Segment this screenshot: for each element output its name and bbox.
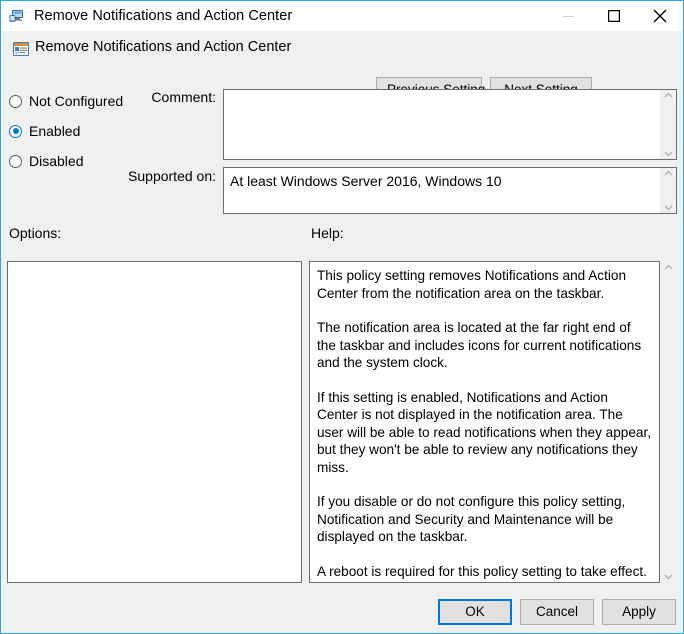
scroll-up-icon[interactable] xyxy=(664,92,673,99)
supported-on-scrollbar[interactable] xyxy=(659,168,676,213)
comment-scrollbar[interactable] xyxy=(659,90,676,159)
title-bar: Remove Notifications and Action Center xyxy=(1,1,683,31)
help-paragraph: This policy setting removes Notification… xyxy=(317,267,651,302)
options-panel[interactable] xyxy=(7,261,302,583)
comment-value xyxy=(224,90,659,159)
help-label: Help: xyxy=(311,225,344,241)
scroll-up-icon[interactable] xyxy=(664,264,673,271)
setting-title: Remove Notifications and Action Center xyxy=(35,39,291,55)
maximize-button[interactable] xyxy=(591,1,637,31)
radio-enabled-mark xyxy=(9,125,22,138)
policy-computer-icon xyxy=(9,8,25,24)
radio-enabled-label: Enabled xyxy=(29,123,80,139)
radio-enabled[interactable]: Enabled xyxy=(9,122,80,140)
scroll-down-icon[interactable] xyxy=(664,150,673,157)
help-paragraph: If you disable or do not configure this … xyxy=(317,493,651,546)
supported-on-label: Supported on: xyxy=(96,168,216,184)
radio-disabled[interactable]: Disabled xyxy=(9,152,83,170)
help-paragraph: The notification area is located at the … xyxy=(317,319,651,372)
help-panel-container: This policy setting removes Notification… xyxy=(309,261,677,583)
radio-disabled-label: Disabled xyxy=(29,153,83,169)
help-scrollbar[interactable] xyxy=(660,261,677,583)
scroll-down-icon[interactable] xyxy=(664,204,673,211)
minimize-button[interactable] xyxy=(545,1,591,31)
radio-not-configured-mark xyxy=(9,95,22,108)
comment-label: Comment: xyxy=(96,89,216,105)
scroll-up-icon[interactable] xyxy=(664,170,673,177)
close-button[interactable] xyxy=(637,1,683,31)
help-paragraph: If this setting is enabled, Notification… xyxy=(317,389,651,477)
policy-setting-icon xyxy=(12,40,30,58)
window-controls xyxy=(545,1,683,31)
help-paragraph: A reboot is required for this policy set… xyxy=(317,563,651,581)
window-title: Remove Notifications and Action Center xyxy=(34,8,292,24)
supported-on-input[interactable]: At least Windows Server 2016, Windows 10 xyxy=(223,167,677,214)
help-panel[interactable]: This policy setting removes Notification… xyxy=(309,261,660,583)
ok-button[interactable]: OK xyxy=(438,599,512,625)
setting-header: Remove Notifications and Action Center P… xyxy=(2,31,684,79)
group-policy-setting-dialog: Remove Notifications and Action Center xyxy=(0,0,684,634)
comment-input[interactable] xyxy=(223,89,677,160)
options-label: Options: xyxy=(9,225,61,241)
radio-disabled-mark xyxy=(9,155,22,168)
apply-button[interactable]: Apply xyxy=(602,599,676,625)
supported-on-value: At least Windows Server 2016, Windows 10 xyxy=(224,168,659,213)
cancel-button[interactable]: Cancel xyxy=(520,599,594,625)
scroll-down-icon[interactable] xyxy=(664,573,673,580)
